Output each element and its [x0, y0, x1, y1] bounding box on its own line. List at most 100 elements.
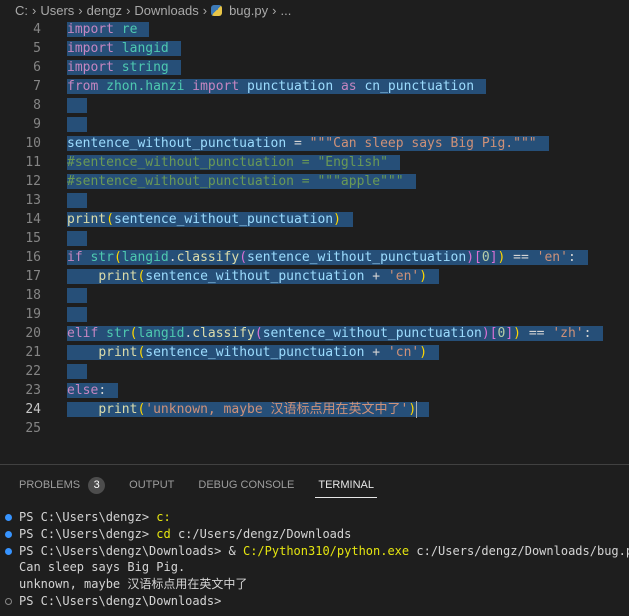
code-text[interactable]: print('unknown, maybe 汉语标点用在英文中了')	[67, 400, 430, 419]
code-line[interactable]: 15	[0, 229, 629, 248]
code-text[interactable]: import langid	[67, 39, 181, 58]
code-line[interactable]: 14 print(sentence_without_punctuation)	[0, 210, 629, 229]
command-decoration-icon[interactable]	[5, 597, 12, 605]
code-text[interactable]: sentence_without_punctuation = """Can sl…	[67, 134, 549, 153]
code-token: (	[106, 212, 114, 227]
breadcrumb-item[interactable]: Users	[40, 3, 74, 18]
selection: print(sentence_without_punctuation + 'en…	[67, 269, 440, 284]
selection	[67, 288, 87, 303]
tab-label: PROBLEMS	[19, 479, 81, 491]
code-text[interactable]	[67, 362, 87, 381]
breadcrumb-item[interactable]: Downloads	[134, 3, 198, 18]
code-token: zhon.hanzi	[106, 79, 185, 94]
selection: #sentence_without_punctuation = "English…	[67, 155, 400, 170]
code-line[interactable]: 25	[0, 419, 629, 438]
code-text[interactable]: print(sentence_without_punctuation)	[67, 210, 353, 229]
code-token: sentence_without_punctuation	[67, 136, 287, 151]
code-line[interactable]: 6 import string	[0, 58, 629, 77]
tab-problems[interactable]: PROBLEMS 3	[19, 465, 106, 505]
code-text[interactable]	[67, 115, 87, 134]
code-token: langid	[137, 326, 185, 341]
code-line[interactable]: 7 from zhon.hanzi import punctuation as c…	[0, 77, 629, 96]
line-number: 16	[25, 250, 41, 265]
code-text[interactable]: else:	[67, 381, 119, 400]
code-token: else	[67, 383, 99, 398]
code-text[interactable]: print(sentence_without_punctuation + 'en…	[67, 267, 440, 286]
bottom-panel: PROBLEMS 3 OUTPUT DEBUG CONSOLE TERMINAL PS …	[0, 464, 629, 616]
selection: import string	[67, 60, 181, 75]
code-token: print	[98, 402, 138, 417]
code-line[interactable]: 9	[0, 115, 629, 134]
chevron-right-icon: ›	[32, 2, 37, 18]
code-line[interactable]: 20 elif str(langid.classify(sentence_with…	[0, 324, 629, 343]
code-text[interactable]: import re	[67, 20, 150, 39]
code-line[interactable]: 17 print(sentence_without_punctuation + …	[0, 267, 629, 286]
code-text[interactable]: #sentence_without_punctuation = """apple…	[67, 172, 416, 191]
line-number: 15	[25, 231, 41, 246]
code-line[interactable]: 23 else:	[0, 381, 629, 400]
code-token: if	[67, 250, 83, 265]
tab-label: DEBUG CONSOLE	[198, 479, 295, 491]
code-line[interactable]: 16 if str(langid.classify(sentence_withou…	[0, 248, 629, 267]
line-number: 11	[25, 155, 41, 170]
terminal-text: unknown, maybe 汉语标点用在英文中了	[19, 577, 248, 592]
line-number: 4	[33, 22, 41, 37]
breadcrumb-item[interactable]: bug.py	[229, 3, 268, 18]
code-token: 'zh'	[552, 326, 584, 341]
breadcrumb-item[interactable]: dengz	[87, 3, 122, 18]
code-token: ==	[505, 250, 537, 265]
code-text[interactable]	[67, 305, 87, 324]
problems-count-badge: 3	[88, 476, 106, 494]
code-line[interactable]: 19	[0, 305, 629, 324]
code-token: langid	[121, 250, 169, 265]
code-token: from	[67, 79, 99, 94]
code-line[interactable]: 13	[0, 191, 629, 210]
code-token: print	[67, 212, 107, 227]
terminal-line: unknown, maybe 汉语标点用在英文中了	[0, 576, 629, 593]
command-decoration-icon[interactable]	[5, 547, 12, 555]
code-line[interactable]: 18	[0, 286, 629, 305]
tab-terminal[interactable]: TERMINAL	[315, 465, 377, 505]
code-editor[interactable]: 4 import re 5 import langid 6 import string 7 f…	[0, 20, 629, 440]
code-line[interactable]: 8	[0, 96, 629, 115]
code-text[interactable]	[67, 96, 87, 115]
code-line[interactable]: 10 sentence_without_punctuation = """Can …	[0, 134, 629, 153]
code-text[interactable]: print(sentence_without_punctuation + 'cn…	[67, 343, 440, 362]
code-text[interactable]	[67, 191, 87, 210]
tab-debug-console[interactable]: DEBUG CONSOLE	[198, 465, 294, 505]
line-number: 6	[33, 60, 41, 75]
command-decoration-icon[interactable]	[5, 530, 12, 538]
breadcrumb-item[interactable]: ...	[280, 3, 291, 18]
code-text[interactable]	[67, 229, 87, 248]
code-token: 'en'	[536, 250, 568, 265]
selection	[67, 193, 87, 208]
code-line[interactable]: 21 print(sentence_without_punctuation + …	[0, 343, 629, 362]
code-line[interactable]: 12 #sentence_without_punctuation = """app…	[0, 172, 629, 191]
code-line[interactable]: 11 #sentence_without_punctuation = "Engli…	[0, 153, 629, 172]
code-text[interactable]	[67, 286, 87, 305]
terminal-text: c:/Users/dengz/Downloads/bug.py	[409, 543, 629, 558]
code-token: print	[98, 345, 138, 360]
code-text[interactable]: import string	[67, 58, 181, 77]
tab-output[interactable]: OUTPUT	[129, 465, 174, 505]
command-decoration-icon[interactable]	[5, 514, 12, 521]
code-token: )	[513, 326, 521, 341]
terminal[interactable]: PS C:\Users\dengz> c: PS C:\Users\dengz> …	[0, 505, 629, 610]
code-line[interactable]: 24 print('unknown, maybe 汉语标点用在英文中了')	[0, 400, 629, 419]
code-line[interactable]: 22	[0, 362, 629, 381]
code-text[interactable]: #sentence_without_punctuation = "English…	[67, 153, 400, 172]
breadcrumb-item[interactable]: C:	[15, 3, 28, 18]
code-text[interactable]: from zhon.hanzi import punctuation as cn…	[67, 77, 487, 96]
line-number: 20	[25, 326, 41, 341]
code-text[interactable]: if str(langid.classify(sentence_without_…	[67, 248, 588, 267]
code-line[interactable]: 5 import langid	[0, 39, 629, 58]
line-number: 24	[25, 402, 41, 417]
code-line[interactable]: 4 import re	[0, 20, 629, 39]
code-token: )	[466, 250, 475, 265]
selection: elif str(langid.classify(sentence_withou…	[67, 326, 604, 341]
code-text[interactable]: elif str(langid.classify(sentence_withou…	[67, 324, 604, 343]
code-token: re	[121, 22, 138, 37]
